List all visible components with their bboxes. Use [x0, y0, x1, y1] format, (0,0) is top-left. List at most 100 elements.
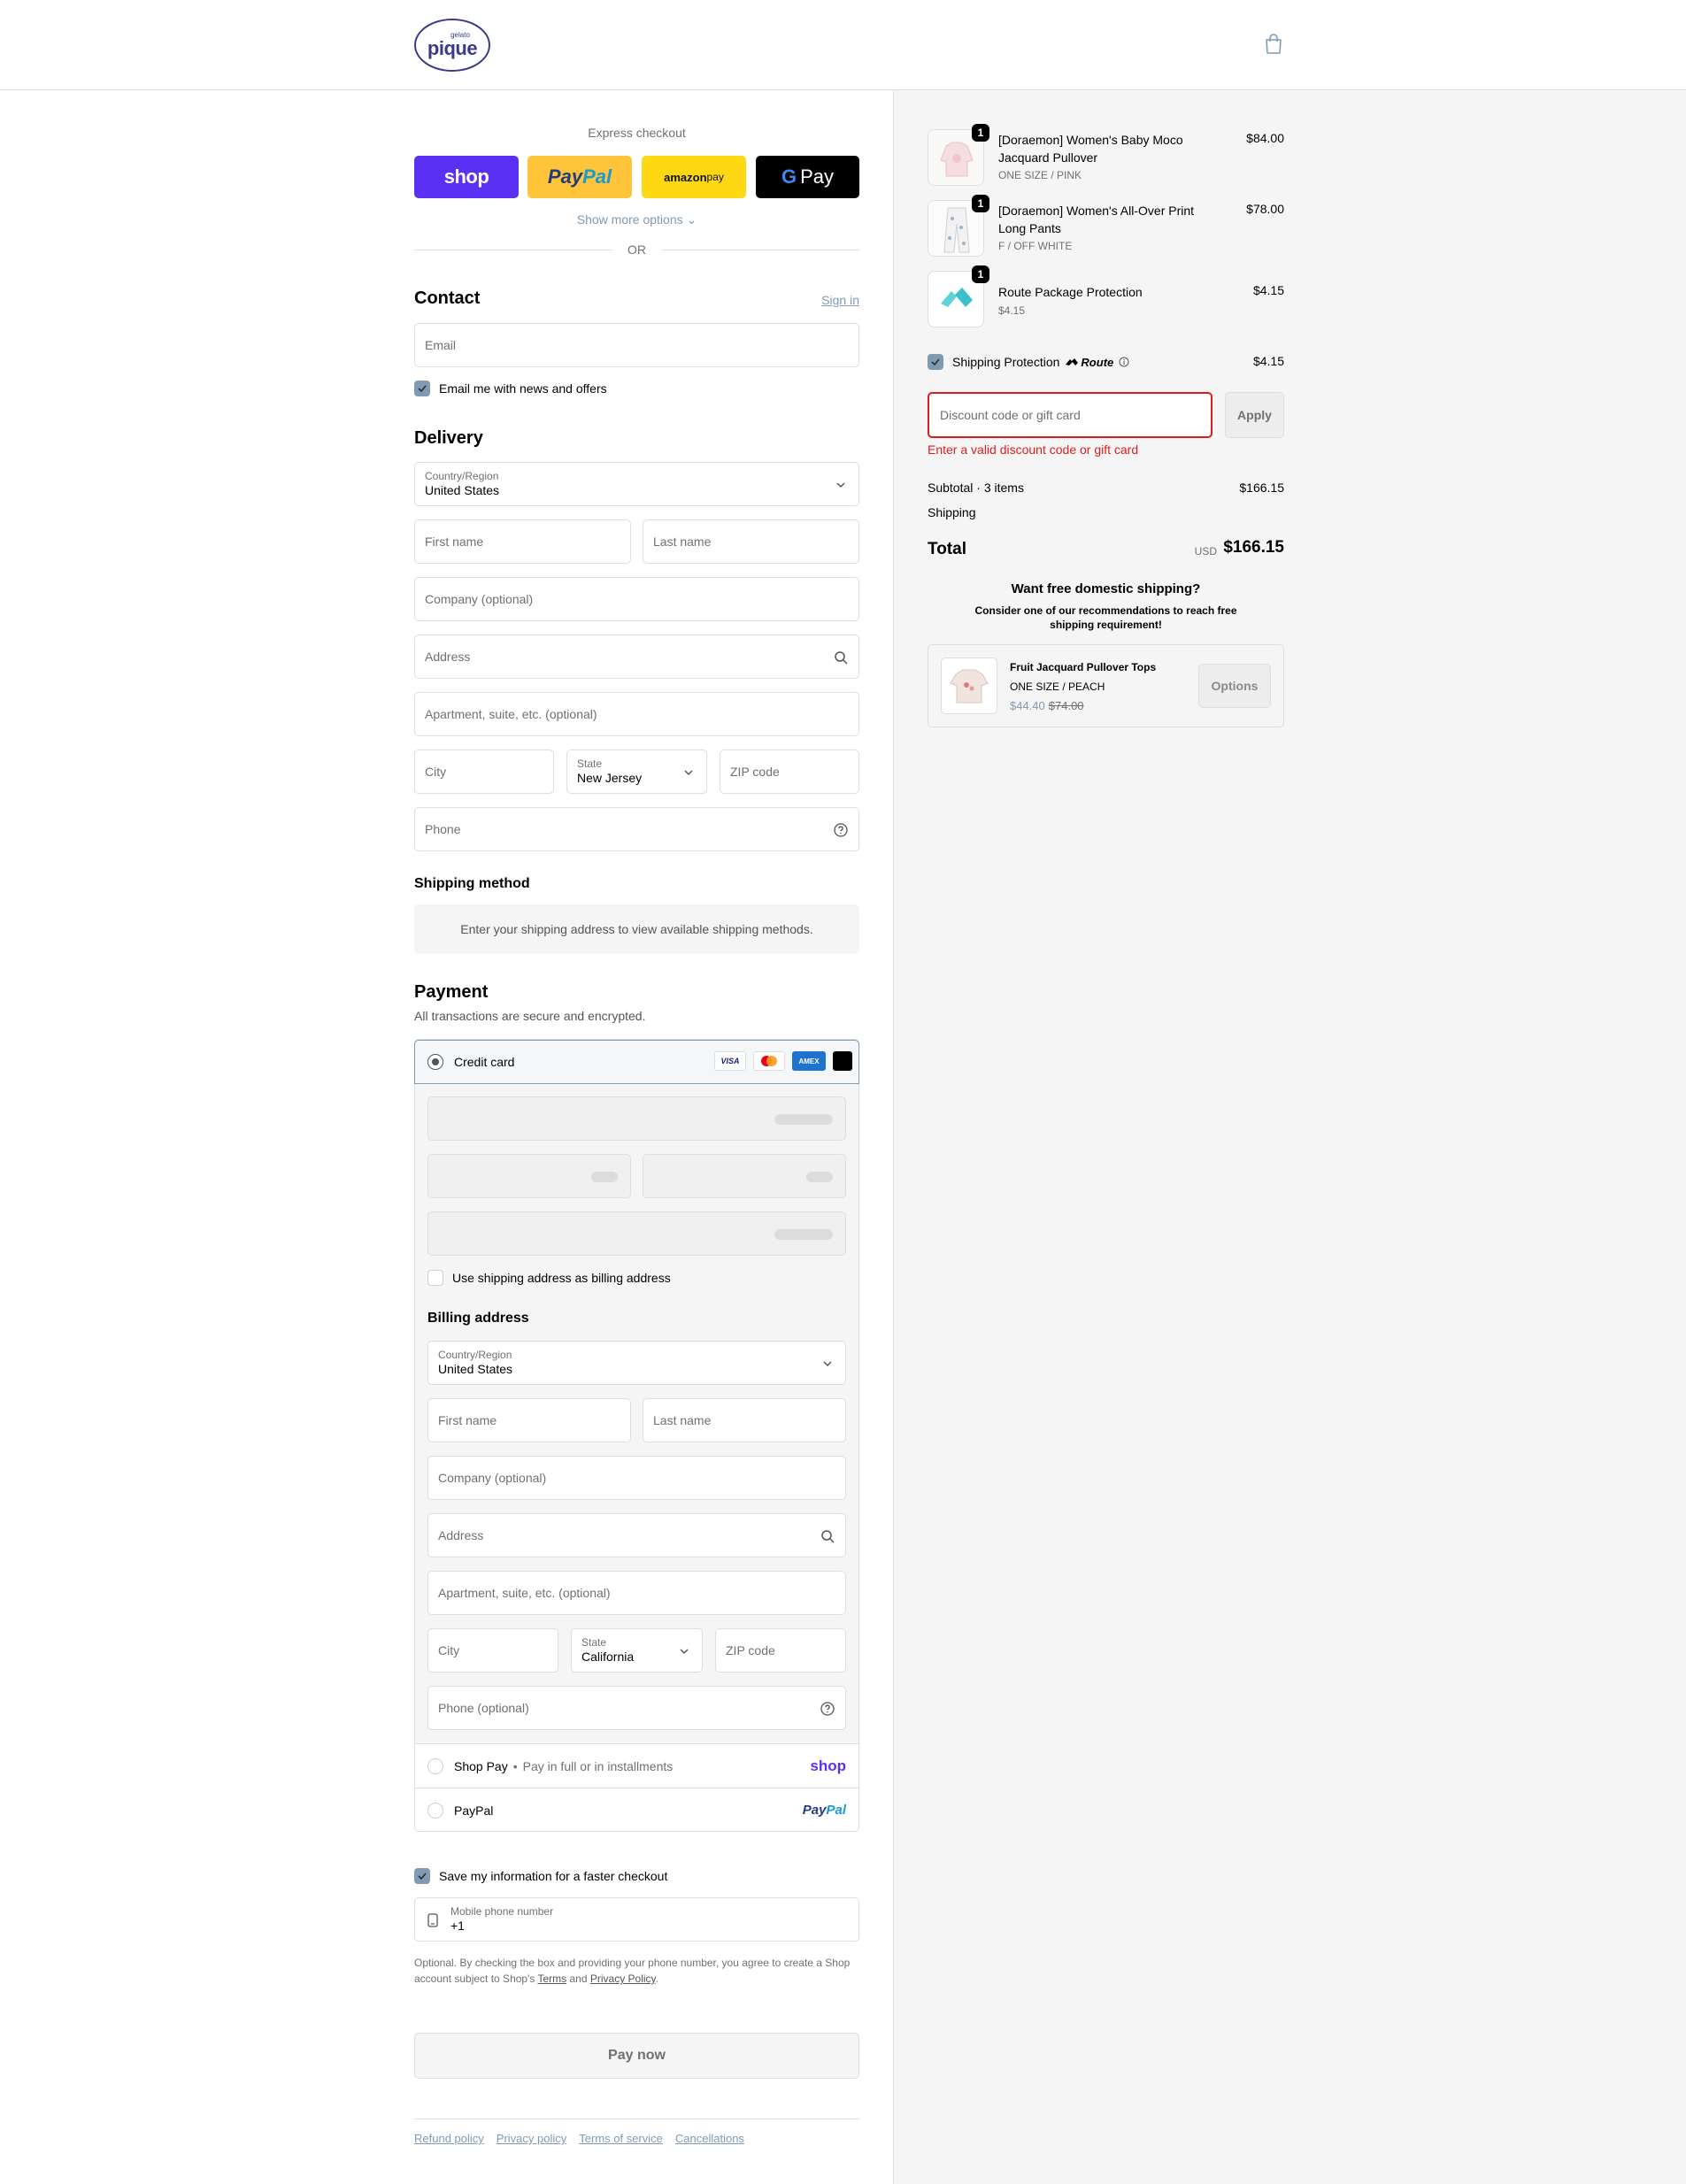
company-placeholder: Company (optional): [425, 592, 534, 606]
email-placeholder: Email: [425, 338, 457, 352]
brand-logo[interactable]: gelato pique: [414, 19, 490, 72]
loading-pill: [806, 1172, 833, 1182]
billing-phone-field[interactable]: Phone (optional): [427, 1686, 846, 1730]
city-field[interactable]: City: [414, 750, 554, 794]
billing-first-name-field[interactable]: First name: [427, 1398, 631, 1442]
card-security-code-field[interactable]: [643, 1154, 846, 1198]
state-select[interactable]: State New Jersey: [566, 750, 707, 794]
discount-code-field[interactable]: Discount code or gift card: [928, 392, 1213, 438]
zip-field[interactable]: ZIP code: [720, 750, 859, 794]
billing-address-field[interactable]: Address: [427, 1513, 846, 1557]
upsell-options-button[interactable]: Options: [1198, 664, 1271, 708]
phone-field[interactable]: Phone: [414, 807, 859, 851]
paypal-option[interactable]: PayPal PayPal: [415, 1788, 858, 1832]
address-field[interactable]: Address: [414, 634, 859, 679]
header: gelato pique: [0, 0, 1686, 90]
last-name-field[interactable]: Last name: [643, 519, 859, 564]
footer-links: Refund policy Privacy policy Terms of se…: [414, 2119, 859, 2145]
amazon-pay-button[interactable]: amazon pay: [642, 156, 746, 198]
state-value: New Jersey: [577, 771, 643, 785]
billing-country-select[interactable]: Country/Region United States: [427, 1341, 846, 1385]
billing-first-name-placeholder: First name: [438, 1413, 497, 1427]
info-icon[interactable]: [1119, 357, 1129, 367]
shipping-protection-label: Shipping Protection: [952, 355, 1060, 369]
product-name: Route Package Protection: [998, 285, 1143, 299]
terms-link[interactable]: Terms: [538, 1973, 567, 1985]
cancellations-link[interactable]: Cancellations: [675, 2132, 744, 2145]
last-name-placeholder: Last name: [653, 534, 712, 549]
delivery-title: Delivery: [414, 428, 483, 448]
shipping-protection-checkbox[interactable]: Shipping Protection Route: [928, 354, 1129, 370]
shipping-method-title: Shipping method: [414, 876, 530, 891]
billing-company-placeholder: Company (optional): [438, 1471, 547, 1485]
paypal-logo-pal: Pal: [582, 165, 612, 188]
show-more-options-link[interactable]: Show more options ⌄: [414, 212, 859, 227]
currency-code: USD: [1194, 545, 1217, 558]
apply-discount-button[interactable]: Apply: [1225, 392, 1284, 438]
pay-now-button[interactable]: Pay now: [414, 2033, 859, 2079]
company-field[interactable]: Company (optional): [414, 577, 859, 621]
country-label: Country/Region: [425, 470, 499, 482]
billing-city-placeholder: City: [438, 1643, 460, 1657]
address-placeholder: Address: [425, 650, 471, 664]
city-placeholder: City: [425, 765, 447, 779]
terms-of-service-link[interactable]: Terms of service: [579, 2132, 663, 2145]
google-pay-button[interactable]: G Pay: [756, 156, 859, 198]
help-circle-icon[interactable]: [834, 823, 848, 837]
same-billing-label: Use shipping address as billing address: [452, 1271, 671, 1285]
credit-card-option[interactable]: Credit card VISA AMEX: [414, 1040, 859, 1084]
mobile-phone-icon: [427, 1913, 438, 1927]
help-circle-icon[interactable]: [820, 1702, 835, 1716]
card-expiry-field[interactable]: [427, 1154, 631, 1198]
card-number-field[interactable]: [427, 1096, 846, 1141]
paypal-label: PayPal: [454, 1803, 494, 1818]
apartment-field[interactable]: Apartment, suite, etc. (optional): [414, 692, 859, 736]
privacy-policy-link[interactable]: Privacy Policy: [590, 1973, 656, 1985]
billing-phone-placeholder: Phone (optional): [438, 1701, 529, 1715]
chevron-down-icon: [684, 770, 693, 776]
shop-pay-button[interactable]: shop: [414, 156, 519, 198]
refund-policy-link[interactable]: Refund policy: [414, 2132, 484, 2145]
billing-last-name-field[interactable]: Last name: [643, 1398, 846, 1442]
checkbox-unchecked-icon: [427, 1270, 443, 1286]
product-name: [Doraemon] Women's Baby Moco Jacquard Pu…: [998, 133, 1183, 165]
email-field[interactable]: Email: [414, 323, 859, 367]
first-name-field[interactable]: First name: [414, 519, 631, 564]
billing-zip-placeholder: ZIP code: [726, 1643, 775, 1657]
shop-pay-label: Shop Pay: [454, 1758, 508, 1773]
subtotal-row: Subtotal · 3 items $166.15: [928, 481, 1284, 495]
shopping-bag-icon[interactable]: [1264, 34, 1283, 55]
route-brand-icon: [1066, 358, 1079, 365]
mobile-phone-field[interactable]: Mobile phone number +1: [414, 1897, 859, 1942]
visa-icon: VISA: [714, 1051, 746, 1071]
contact-title: Contact: [414, 288, 481, 308]
country-select[interactable]: Country/Region United States: [414, 462, 859, 506]
privacy-policy-footer-link[interactable]: Privacy policy: [497, 2132, 566, 2145]
show-more-label: Show more options: [576, 212, 683, 227]
sign-in-link[interactable]: Sign in: [821, 293, 859, 307]
radio-unselected-icon: [427, 1757, 443, 1774]
upsell-product-thumbnail: [941, 658, 997, 714]
save-info-checkbox[interactable]: Save my information for a faster checkou…: [414, 1868, 667, 1884]
billing-zip-field[interactable]: ZIP code: [715, 1628, 846, 1673]
state-label: State: [577, 757, 603, 770]
loading-pill: [774, 1114, 833, 1125]
route-brand-text: Route: [1081, 355, 1114, 369]
billing-company-field[interactable]: Company (optional): [427, 1456, 846, 1500]
same-billing-checkbox[interactable]: Use shipping address as billing address: [427, 1270, 671, 1286]
mastercard-icon: [753, 1051, 785, 1071]
billing-country-value: United States: [438, 1362, 513, 1376]
paypal-button[interactable]: Pay Pal: [527, 156, 632, 198]
billing-state-select[interactable]: State California: [571, 1628, 703, 1673]
upsell-product-card: Fruit Jacquard Pullover Tops ONE SIZE / …: [928, 644, 1284, 727]
save-info-label: Save my information for a faster checkou…: [439, 1869, 668, 1883]
discount-placeholder: Discount code or gift card: [940, 408, 1081, 422]
email-news-checkbox[interactable]: Email me with news and offers: [414, 381, 607, 396]
shop-pay-option[interactable]: Shop Pay • Pay in full or in installment…: [415, 1743, 858, 1788]
phone-placeholder: Phone: [425, 822, 461, 836]
express-checkout-label: Express checkout: [588, 126, 686, 140]
billing-apartment-field[interactable]: Apartment, suite, etc. (optional): [427, 1571, 846, 1615]
line-item: 1 [Doraemon] Women's All-Over Print Long…: [928, 195, 1284, 258]
billing-city-field[interactable]: City: [427, 1628, 558, 1673]
card-name-field[interactable]: [427, 1211, 846, 1256]
